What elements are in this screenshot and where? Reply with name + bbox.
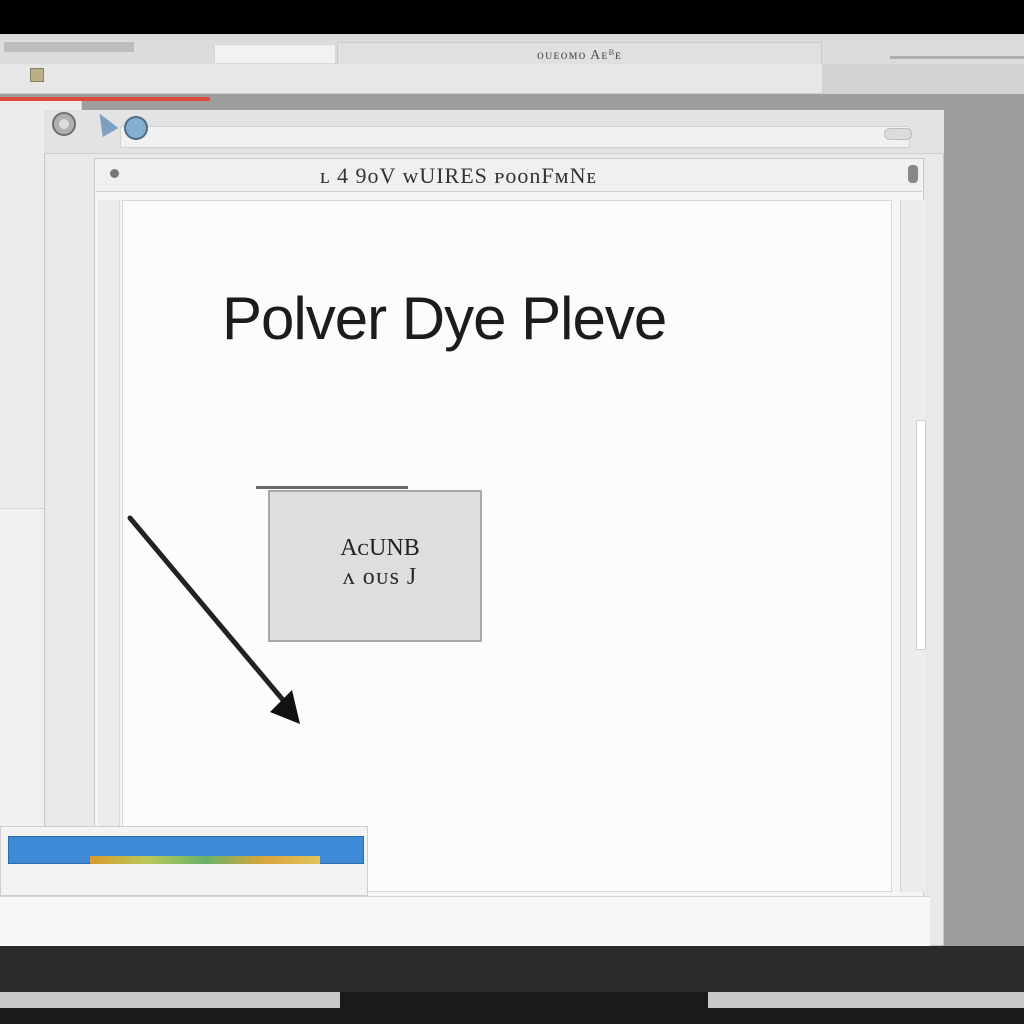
address-field[interactable] [120, 126, 910, 148]
topbar-right-line [890, 56, 1024, 59]
browser-tab-left[interactable] [214, 44, 336, 64]
canvas-heading: Polver Dye Plеve [222, 285, 667, 352]
app-icon[interactable] [30, 68, 44, 82]
callout-title: AᴄUNB [340, 535, 420, 561]
secondary-toolbar [0, 64, 822, 94]
screen-bottom-bezel [0, 946, 1024, 992]
document-left-gutter [98, 200, 120, 900]
bottom-right-panel [708, 992, 1024, 1008]
arrow-head [270, 690, 300, 724]
document-menu-dot-icon[interactable] [110, 169, 119, 178]
toolbar-toggle[interactable] [884, 128, 912, 140]
vertical-scrollbar-thumb[interactable] [916, 420, 926, 650]
gear-icon-center [59, 119, 69, 129]
arrow-shaft [127, 515, 291, 709]
callout-subtitle: ᴧ ᴏᴜs J [342, 564, 418, 590]
callout-top-line [256, 486, 408, 489]
scroll-handle-icon[interactable] [908, 165, 918, 183]
status-bar [0, 896, 930, 946]
secondary-toolbar-right [822, 64, 1024, 94]
pointer-arrow-icon [127, 515, 300, 724]
document-title: ʟ 4 9ᴏV ᴡUIRES ᴘᴏᴏnFᴍNᴇ [320, 163, 598, 188]
bottom-left-panel [0, 992, 340, 1008]
globe-icon[interactable] [124, 116, 148, 140]
taskbar-thumbnail-strip [90, 856, 320, 864]
topbar-left-strip [4, 42, 134, 52]
